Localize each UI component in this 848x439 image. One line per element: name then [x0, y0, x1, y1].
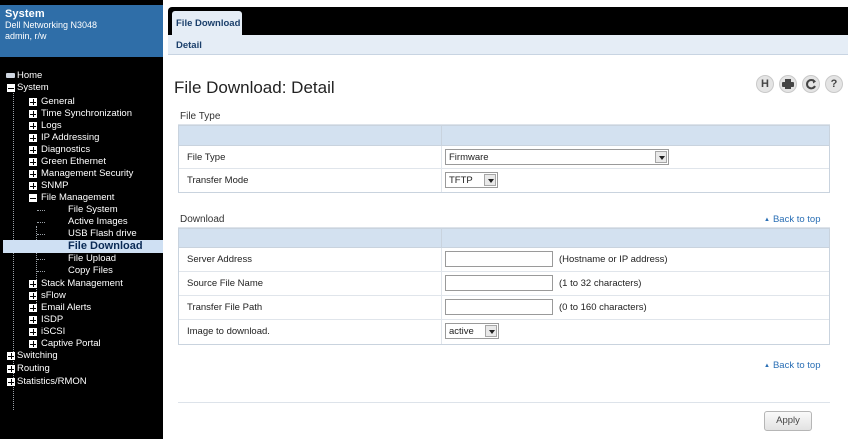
expand-icon[interactable] [29, 170, 37, 178]
sidebar-item-logs[interactable]: Logs [0, 120, 163, 132]
expand-icon[interactable] [29, 98, 37, 106]
chevron-down-icon [655, 151, 667, 163]
expand-icon[interactable] [7, 365, 15, 373]
image-to-download-value: active [449, 326, 474, 337]
system-title: System [5, 8, 45, 20]
sidebar-item-switching[interactable]: Switching [0, 350, 163, 362]
expand-icon[interactable] [29, 122, 37, 130]
sidebar-item-home[interactable]: Home [0, 70, 163, 82]
sidebar-item-file-upload[interactable]: File Upload [0, 253, 163, 265]
page-title: File Download: Detail [174, 78, 335, 97]
subtab-bar: Detail [168, 35, 848, 55]
expand-icon[interactable] [29, 134, 37, 142]
help-icon[interactable]: ? [825, 75, 843, 93]
sidebar-item-ip-addressing[interactable]: IP Addressing [0, 132, 163, 144]
expand-icon[interactable] [29, 158, 37, 166]
back-to-top-link[interactable]: ▲ Back to top [764, 214, 820, 225]
table-row: Source File Name (1 to 32 characters) [179, 272, 829, 296]
server-address-input[interactable] [445, 251, 553, 267]
sidebar-item-time-synchronization[interactable]: Time Synchronization [0, 108, 163, 120]
image-to-download-select[interactable]: active [445, 323, 499, 339]
transfer-mode-label: Transfer Mode [187, 175, 249, 186]
collapse-icon[interactable] [29, 194, 37, 202]
file-type-select[interactable]: Firmware [445, 149, 669, 165]
file-type-value: Firmware [449, 152, 489, 163]
expand-icon[interactable] [7, 378, 15, 386]
server-address-label: Server Address [187, 254, 252, 265]
apply-button[interactable]: Apply [764, 411, 812, 431]
home-icon [6, 73, 15, 78]
source-file-name-label: Source File Name [187, 278, 264, 289]
sidebar-item-diagnostics[interactable]: Diagnostics [0, 144, 163, 156]
download-table: Server Address (Hostname or IP address) … [178, 228, 830, 345]
back-to-top-link[interactable]: ▲ Back to top [764, 360, 820, 371]
triangle-up-icon: ▲ [764, 217, 770, 223]
table-row: Image to download. active [179, 320, 829, 344]
sidebar-item-captive-portal[interactable]: Captive Portal [0, 338, 163, 350]
system-header: System Dell Networking N3048 admin, r/w [0, 5, 163, 57]
file-type-table: File Type Firmware Transfer Mode TFTP [178, 125, 830, 193]
tab-file-download[interactable]: File Download [172, 11, 242, 35]
subtab-detail[interactable]: Detail [176, 40, 202, 51]
transfer-mode-select[interactable]: TFTP [445, 172, 498, 188]
sidebar-item-sflow[interactable]: sFlow [0, 290, 163, 302]
expand-icon[interactable] [29, 292, 37, 300]
expand-icon[interactable] [29, 304, 37, 312]
source-file-name-input[interactable] [445, 275, 553, 291]
transfer-mode-value: TFTP [449, 175, 473, 186]
sidebar-item-file-management[interactable]: File Management [0, 192, 163, 204]
expand-icon[interactable] [29, 328, 37, 336]
sidebar-item-management-security[interactable]: Management Security [0, 168, 163, 180]
sidebar-item-email-alerts[interactable]: Email Alerts [0, 302, 163, 314]
footer-divider [178, 402, 830, 403]
expand-icon[interactable] [29, 316, 37, 324]
file-type-label: File Type [187, 152, 226, 163]
expand-icon[interactable] [29, 182, 37, 190]
user-info: admin, r/w [5, 31, 47, 41]
save-icon[interactable]: H [756, 75, 774, 93]
navigation-sidebar: System Dell Networking N3048 admin, r/w … [0, 0, 163, 439]
sidebar-item-usb-flash-drive[interactable]: USB Flash drive [0, 228, 163, 240]
expand-icon[interactable] [7, 352, 15, 360]
tab-bar: File Download [168, 7, 848, 35]
table-row: File Type Firmware [179, 146, 829, 169]
collapse-icon[interactable] [7, 84, 15, 92]
sidebar-item-iscsi[interactable]: iSCSI [0, 326, 163, 338]
table-header [179, 126, 829, 146]
source-file-name-hint: (1 to 32 characters) [559, 278, 642, 289]
sidebar-item-statistics-rmon[interactable]: Statistics/RMON [0, 376, 163, 388]
table-row: Transfer File Path (0 to 160 characters) [179, 296, 829, 320]
triangle-up-icon: ▲ [764, 363, 770, 369]
server-address-hint: (Hostname or IP address) [559, 254, 668, 265]
sidebar-item-green-ethernet[interactable]: Green Ethernet [0, 156, 163, 168]
transfer-file-path-label: Transfer File Path [187, 302, 263, 313]
expand-icon[interactable] [29, 146, 37, 154]
sidebar-item-isdp[interactable]: ISDP [0, 314, 163, 326]
table-row: Server Address (Hostname or IP address) [179, 248, 829, 272]
device-model: Dell Networking N3048 [5, 20, 98, 30]
print-icon[interactable] [779, 75, 797, 93]
image-to-download-label: Image to download. [187, 326, 270, 337]
refresh-icon[interactable] [802, 75, 820, 93]
sidebar-item-stack-management[interactable]: Stack Management [0, 278, 163, 290]
chevron-down-icon [485, 325, 497, 337]
table-header [179, 229, 829, 248]
transfer-file-path-input[interactable] [445, 299, 553, 315]
table-row: Transfer Mode TFTP [179, 169, 829, 192]
expand-icon[interactable] [29, 110, 37, 118]
section-title-download: Download [180, 214, 225, 225]
sidebar-item-file-system[interactable]: File System [0, 204, 163, 216]
sidebar-item-general[interactable]: General [0, 96, 163, 108]
section-title-file-type: File Type [180, 111, 221, 122]
transfer-file-path-hint: (0 to 160 characters) [559, 302, 647, 313]
sidebar-item-routing[interactable]: Routing [0, 363, 163, 375]
expand-icon[interactable] [29, 280, 37, 288]
sidebar-item-snmp[interactable]: SNMP [0, 180, 163, 192]
sidebar-item-file-download[interactable]: File Download [3, 240, 163, 253]
expand-icon[interactable] [29, 340, 37, 348]
sidebar-item-system[interactable]: System [0, 82, 163, 94]
sidebar-item-copy-files[interactable]: Copy Files [0, 265, 163, 277]
sidebar-item-active-images[interactable]: Active Images [0, 216, 163, 228]
chevron-down-icon [484, 174, 496, 186]
